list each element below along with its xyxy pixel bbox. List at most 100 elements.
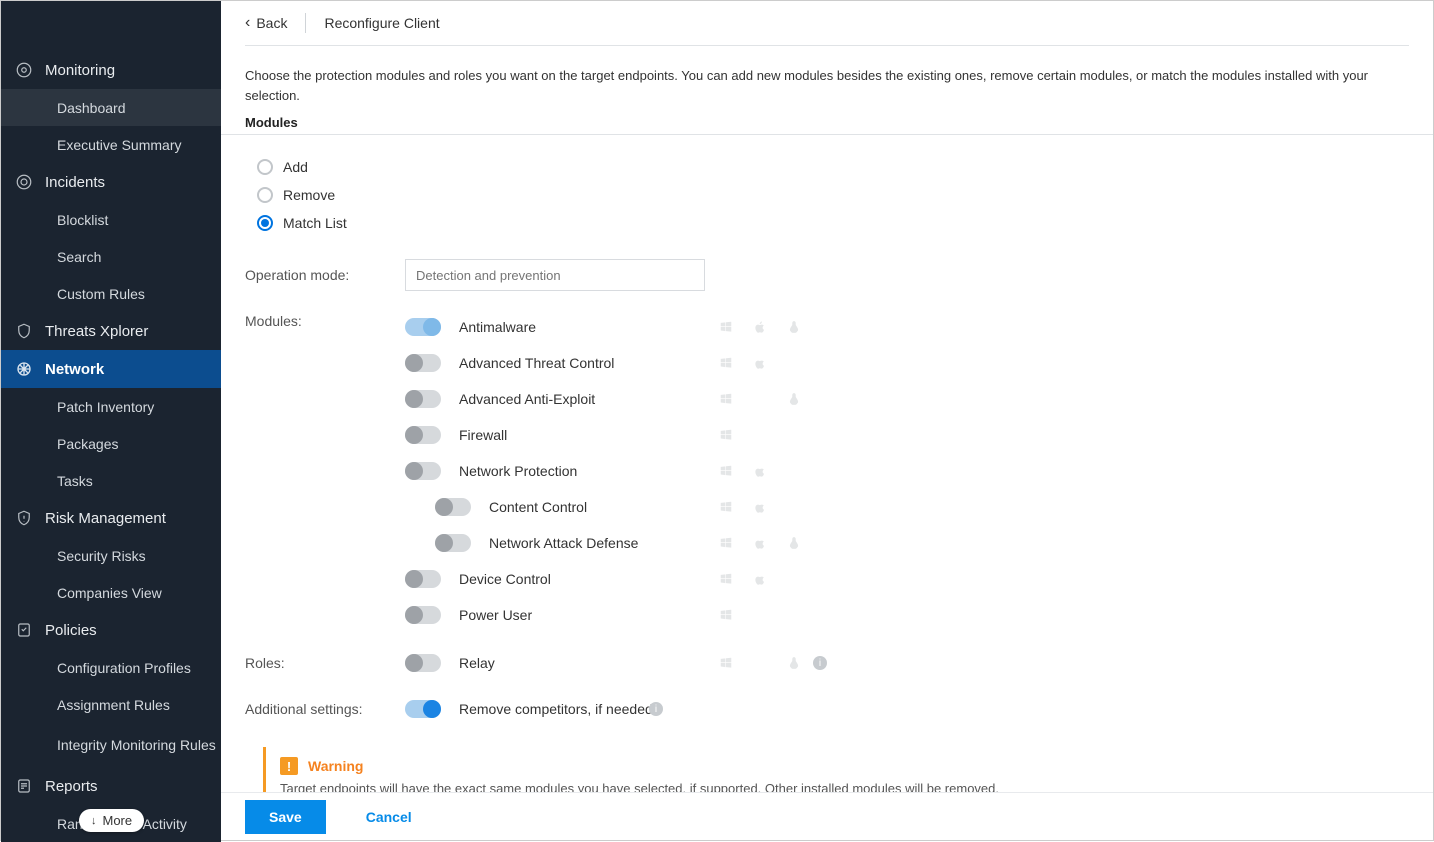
nav-item-packages[interactable]: Packages	[1, 425, 221, 462]
nav-group-label: Network	[45, 361, 104, 378]
incidents-icon	[15, 173, 33, 191]
intro-text: Choose the protection modules and roles …	[245, 66, 1409, 105]
nav-item-dashboard[interactable]: Dashboard	[1, 89, 221, 126]
nav-item-custom-rules[interactable]: Custom Rules	[1, 275, 221, 312]
radio-match-list[interactable]: Match List	[257, 209, 1409, 237]
nav-item-companies-view[interactable]: Companies View	[1, 574, 221, 611]
nav-item-tasks[interactable]: Tasks	[1, 462, 221, 499]
content: Choose the protection modules and roles …	[221, 46, 1433, 840]
shield-icon	[15, 322, 33, 340]
toggle-firewall[interactable]	[405, 426, 441, 444]
warning-title: Warning	[308, 758, 363, 774]
windows-icon	[719, 320, 733, 334]
radio-add[interactable]: Add	[257, 153, 1409, 181]
risk-icon	[15, 509, 33, 527]
apple-icon	[753, 536, 767, 550]
network-icon	[15, 360, 33, 378]
windows-icon	[719, 656, 733, 670]
roles-label: Roles:	[245, 655, 405, 671]
role-relay: Relay i	[405, 645, 1409, 681]
windows-icon	[719, 356, 733, 370]
module-network-attack-defense: Network Attack Defense	[405, 525, 1409, 561]
policies-icon	[15, 621, 33, 639]
toggle-remove-competitors[interactable]	[405, 700, 441, 718]
toggle-device-control[interactable]	[405, 570, 441, 588]
radio-icon-checked	[257, 215, 273, 231]
sidebar: Monitoring Dashboard Executive Summary I…	[1, 1, 221, 842]
nav-group-risk[interactable]: Risk Management	[1, 499, 221, 537]
setting-remove-competitors: Remove competitors, if needed i	[405, 691, 1409, 727]
back-button[interactable]: ‹ Back	[245, 14, 287, 32]
toggle-relay[interactable]	[405, 654, 441, 672]
nav-group-monitoring[interactable]: Monitoring	[1, 51, 221, 89]
nav-group-policies[interactable]: Policies	[1, 611, 221, 649]
windows-icon	[719, 392, 733, 406]
nav-group-label: Reports	[45, 778, 98, 795]
toggle-power-user[interactable]	[405, 606, 441, 624]
nav-group-label: Policies	[45, 622, 97, 639]
nav-item-config-profiles[interactable]: Configuration Profiles	[1, 649, 221, 686]
footer-bar: Save Cancel	[221, 792, 1433, 840]
linux-icon	[787, 656, 801, 670]
windows-icon	[719, 500, 733, 514]
toggle-content-control[interactable]	[435, 498, 471, 516]
reports-icon	[15, 777, 33, 795]
arrow-down-icon: ↓	[91, 815, 97, 827]
nav-group-reports[interactable]: Reports	[1, 767, 221, 805]
toggle-nad[interactable]	[435, 534, 471, 552]
windows-icon	[719, 572, 733, 586]
page-title: Reconfigure Client	[324, 15, 439, 31]
module-antimalware: Antimalware	[405, 309, 1409, 345]
module-network-protection: Network Protection	[405, 453, 1409, 489]
operation-mode-input[interactable]	[405, 259, 705, 291]
nav-group-label: Monitoring	[45, 62, 115, 79]
toggle-aae[interactable]	[405, 390, 441, 408]
warning-icon: !	[280, 757, 298, 775]
main-panel: ‹ Back Reconfigure Client Choose the pro…	[221, 1, 1433, 840]
windows-icon	[719, 536, 733, 550]
radio-icon	[257, 187, 273, 203]
nav-item-blocklist[interactable]: Blocklist	[1, 201, 221, 238]
modules-section-label: Modules	[245, 115, 1409, 130]
topbar-divider	[305, 13, 306, 33]
radio-remove[interactable]: Remove	[257, 181, 1409, 209]
nav-group-incidents[interactable]: Incidents	[1, 163, 221, 201]
additional-settings-label: Additional settings:	[245, 701, 405, 717]
module-power-user: Power User	[405, 597, 1409, 633]
additional-settings-row: Additional settings: Remove competitors,…	[245, 691, 1409, 727]
info-icon[interactable]: i	[649, 702, 663, 716]
chevron-left-icon: ‹	[245, 14, 250, 32]
toggle-antimalware[interactable]	[405, 318, 441, 336]
info-icon[interactable]: i	[813, 656, 827, 670]
roles-row: Roles: Relay i	[245, 645, 1409, 681]
nav-item-patch-inventory[interactable]: Patch Inventory	[1, 388, 221, 425]
modules-row: Modules: Antimalware Advanced Threat Con…	[245, 309, 1409, 633]
nav-group-label: Incidents	[45, 174, 105, 191]
more-button[interactable]: ↓ More	[79, 809, 144, 832]
toggle-atc[interactable]	[405, 354, 441, 372]
monitoring-icon	[15, 61, 33, 79]
nav-item-assignment-rules[interactable]: Assignment Rules	[1, 686, 221, 723]
module-atc: Advanced Threat Control	[405, 345, 1409, 381]
nav-item-integrity-rules[interactable]: Integrity Monitoring Rules	[1, 723, 221, 767]
nav-group-network[interactable]: Network	[1, 350, 221, 388]
section-divider	[221, 134, 1433, 135]
nav-group-label: Risk Management	[45, 510, 166, 527]
cancel-button[interactable]: Cancel	[366, 809, 412, 825]
modules-mode-radio-group: Add Remove Match List	[257, 153, 1409, 237]
operation-mode-label: Operation mode:	[245, 267, 405, 283]
nav-item-search[interactable]: Search	[1, 238, 221, 275]
apple-icon	[753, 464, 767, 478]
module-firewall: Firewall	[405, 417, 1409, 453]
windows-icon	[719, 608, 733, 622]
apple-icon	[753, 572, 767, 586]
nav-item-security-risks[interactable]: Security Risks	[1, 537, 221, 574]
apple-icon	[753, 500, 767, 514]
save-button[interactable]: Save	[245, 800, 326, 834]
topbar: ‹ Back Reconfigure Client	[221, 1, 1433, 45]
nav-group-threats[interactable]: Threats Xplorer	[1, 312, 221, 350]
linux-icon	[787, 536, 801, 550]
toggle-network-protection[interactable]	[405, 462, 441, 480]
nav-item-executive-summary[interactable]: Executive Summary	[1, 126, 221, 163]
apple-icon	[753, 320, 767, 334]
